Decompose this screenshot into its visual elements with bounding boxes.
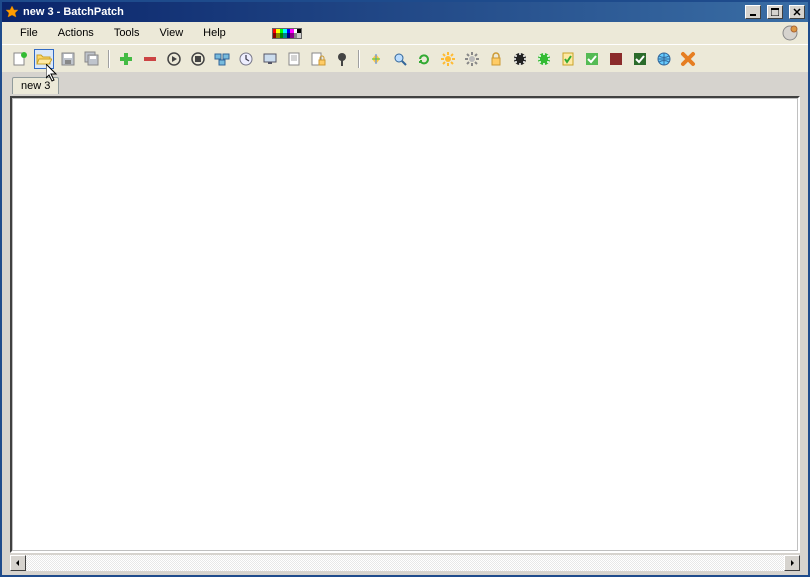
menu-tools[interactable]: Tools <box>104 25 150 41</box>
notification-icon[interactable] <box>780 23 800 43</box>
tab-new-3[interactable]: new 3 <box>12 77 59 94</box>
toolbar <box>2 44 808 72</box>
maximize-button[interactable] <box>767 5 783 19</box>
window-title: new 3 - BatchPatch <box>23 6 124 18</box>
remove-icon[interactable] <box>140 49 160 69</box>
scroll-left-button[interactable] <box>10 555 26 571</box>
save-all-icon[interactable] <box>82 49 102 69</box>
refresh-icon[interactable] <box>414 49 434 69</box>
loading-green-icon[interactable] <box>534 49 554 69</box>
horizontal-scrollbar <box>10 555 800 571</box>
doc-lock-icon[interactable] <box>308 49 328 69</box>
work-panel <box>10 96 800 553</box>
menu-actions[interactable]: Actions <box>48 25 104 41</box>
app-window: new 3 - BatchPatch File Actions Tools Vi… <box>0 0 810 577</box>
delete-x-icon[interactable] <box>678 49 698 69</box>
tab-strip: new 3 <box>2 72 808 94</box>
checkbox-icon[interactable] <box>630 49 650 69</box>
globe-icon[interactable] <box>654 49 674 69</box>
grid-empty[interactable] <box>12 98 798 551</box>
hosts-icon[interactable] <box>212 49 232 69</box>
pin-icon[interactable] <box>332 49 352 69</box>
new-doc-icon[interactable] <box>10 49 30 69</box>
scroll-right-button[interactable] <box>784 555 800 571</box>
check-doc-icon[interactable] <box>558 49 578 69</box>
gear-sun-icon[interactable] <box>438 49 458 69</box>
play-icon[interactable] <box>164 49 184 69</box>
diamond-icon[interactable] <box>366 49 386 69</box>
color-palette-icon[interactable] <box>272 28 302 39</box>
clock-icon[interactable] <box>236 49 256 69</box>
open-folder-icon[interactable] <box>34 49 54 69</box>
green-check-icon[interactable] <box>582 49 602 69</box>
separator <box>358 50 360 68</box>
app-icon <box>5 5 19 19</box>
gear-grey-icon[interactable] <box>462 49 482 69</box>
menu-help[interactable]: Help <box>193 25 236 41</box>
screen-icon[interactable] <box>260 49 280 69</box>
add-icon[interactable] <box>116 49 136 69</box>
menu-view[interactable]: View <box>150 25 194 41</box>
menu-bar: File Actions Tools View Help <box>2 22 808 44</box>
red-square-icon[interactable] <box>606 49 626 69</box>
scroll-track[interactable] <box>26 555 784 571</box>
menu-file[interactable]: File <box>10 25 48 41</box>
page-icon[interactable] <box>284 49 304 69</box>
loading-dark-icon[interactable] <box>510 49 530 69</box>
separator <box>108 50 110 68</box>
save-icon[interactable] <box>58 49 78 69</box>
content-area <box>2 94 808 555</box>
stop-icon[interactable] <box>188 49 208 69</box>
title-bar: new 3 - BatchPatch <box>2 2 808 22</box>
lock-icon[interactable] <box>486 49 506 69</box>
zoom-icon[interactable] <box>390 49 410 69</box>
minimize-button[interactable] <box>745 5 761 19</box>
close-button[interactable] <box>789 5 805 19</box>
